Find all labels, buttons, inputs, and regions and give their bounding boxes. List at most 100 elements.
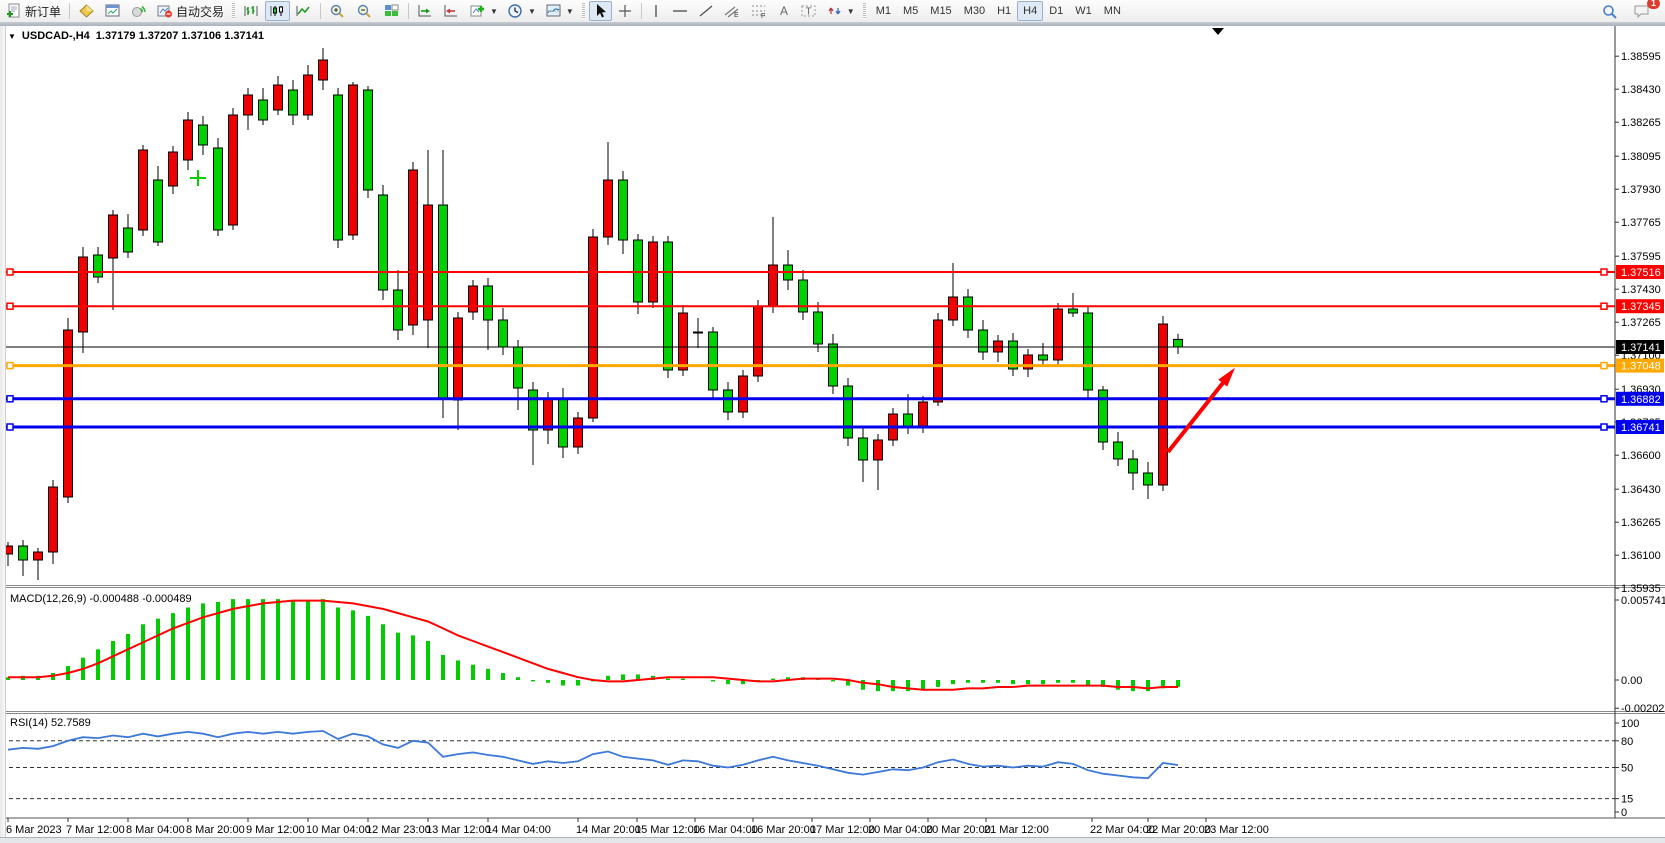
window-chart-icon: [104, 3, 121, 19]
candle: [319, 60, 328, 80]
chart-title: ▼ USDCAD-,H4 1.37179 1.37207 1.37106 1.3…: [8, 30, 264, 42]
line-handle[interactable]: [7, 396, 13, 402]
candle: [874, 440, 883, 460]
candle: [454, 318, 463, 400]
line-chart-type-button[interactable]: [291, 1, 316, 21]
rsi-indicator-label: RSI(14) 52.7589: [10, 717, 91, 729]
zoom-out-button[interactable]: [352, 1, 378, 21]
svg-text:T: T: [805, 7, 811, 18]
time-tick-label: 8 Mar 20:00: [186, 824, 245, 836]
price-line-label: 1.36882: [1621, 394, 1661, 406]
templates-button[interactable]: ▼: [541, 1, 578, 21]
auto-scroll-button[interactable]: [413, 1, 438, 21]
tile-windows-button[interactable]: [379, 1, 404, 21]
candlestick-type-button[interactable]: [265, 1, 290, 21]
line-handle[interactable]: [7, 303, 13, 309]
candle: [859, 438, 868, 460]
template-icon: [545, 3, 562, 19]
timeframe-H1[interactable]: H1: [991, 1, 1017, 21]
horizontal-lines-layer[interactable]: [2, 269, 1615, 430]
trendline-icon: [698, 3, 714, 19]
trendline-button[interactable]: [694, 1, 718, 21]
horizontal-line-button[interactable]: [667, 1, 693, 21]
text-label-icon: T: [800, 3, 818, 19]
text-button[interactable]: A: [773, 1, 795, 21]
tester-window-button[interactable]: [100, 1, 125, 21]
trend-arrow-line[interactable]: [1168, 374, 1230, 452]
line-handle[interactable]: [1601, 363, 1607, 369]
macd-tick-label: 0.00: [1621, 675, 1642, 687]
line-handle[interactable]: [1601, 396, 1607, 402]
timeframe-W1[interactable]: W1: [1069, 1, 1098, 21]
indicators-button[interactable]: ▼: [465, 1, 502, 21]
timeframe-H4[interactable]: H4: [1017, 1, 1043, 21]
price-axis[interactable]: 1.385951.384301.382651.380951.379301.377…: [1615, 26, 1665, 819]
timeframe-D1[interactable]: D1: [1043, 1, 1069, 21]
timeframe-M15[interactable]: M15: [924, 1, 957, 21]
price-tick-label: 1.38430: [1621, 84, 1661, 96]
chart-shift-marker[interactable]: [1212, 28, 1224, 35]
vertical-line-button[interactable]: [646, 1, 666, 21]
line-handle[interactable]: [1601, 269, 1607, 275]
time-tick-label: 9 Mar 12:00: [246, 824, 305, 836]
price-tick-label: 1.36600: [1621, 450, 1661, 462]
candle: [124, 228, 133, 252]
equidistant-channel-button[interactable]: E: [719, 1, 745, 21]
crosshair-button[interactable]: [613, 1, 637, 21]
text-label-button[interactable]: T: [796, 1, 822, 21]
window-bottom-edge: [0, 837, 1665, 843]
new-order-button[interactable]: 新订单: [2, 1, 65, 21]
autotrading-button[interactable]: 自动交易: [152, 1, 228, 21]
candle: [934, 320, 943, 402]
chart-canvas[interactable]: 1.385951.384301.382651.380951.379301.377…: [0, 26, 1665, 843]
quick-trade-collapse-icon[interactable]: ▼: [8, 32, 16, 41]
timeframe-MN[interactable]: MN: [1098, 1, 1127, 21]
candle: [394, 290, 403, 330]
notifications-button[interactable]: 1: [1629, 1, 1655, 21]
separator: [582, 3, 585, 19]
line-handle[interactable]: [1601, 424, 1607, 430]
line-handle[interactable]: [7, 363, 13, 369]
time-tick-label: 16 Mar 04:00: [693, 824, 758, 836]
timeframe-M30[interactable]: M30: [958, 1, 991, 21]
horizontal-line-icon: [671, 3, 689, 19]
line-handle[interactable]: [7, 269, 13, 275]
time-axis[interactable]: 6 Mar 20237 Mar 12:008 Mar 04:008 Mar 20…: [6, 818, 1269, 836]
zoom-in-icon: [329, 3, 347, 19]
arrows-button[interactable]: ▼: [823, 1, 859, 21]
line-handle[interactable]: [1601, 303, 1607, 309]
candle: [274, 85, 283, 110]
candle: [139, 150, 148, 230]
timeframe-M5[interactable]: M5: [897, 1, 924, 21]
candle: [1069, 309, 1078, 313]
candle: [724, 390, 733, 412]
candle: [1114, 442, 1123, 459]
cursor-arrow-icon: [593, 3, 608, 19]
rsi-tick-label: 0: [1621, 807, 1627, 819]
cursor-button[interactable]: [589, 1, 612, 21]
time-tick-label: 21 Mar 12:00: [984, 824, 1049, 836]
market-depth-button[interactable]: [74, 1, 99, 21]
new-order-icon: [6, 3, 22, 19]
candle: [154, 180, 163, 242]
svg-text:E: E: [734, 12, 739, 19]
line-handle[interactable]: [7, 424, 13, 430]
timeframe-M1[interactable]: M1: [870, 1, 897, 21]
separator: [320, 3, 321, 19]
zoom-in-button[interactable]: [325, 1, 351, 21]
separator: [408, 3, 409, 19]
chart-shift-button[interactable]: [439, 1, 464, 21]
candle: [379, 195, 388, 290]
cross-marker[interactable]: [190, 170, 206, 186]
bar-chart-type-button[interactable]: [239, 1, 264, 21]
signals-button[interactable]: [126, 1, 151, 21]
periods-button[interactable]: ▼: [503, 1, 540, 21]
crosshair-icon: [617, 3, 633, 19]
search-button[interactable]: [1597, 1, 1623, 21]
candle: [289, 90, 298, 115]
tile-windows-icon: [383, 3, 400, 19]
fibonacci-button[interactable]: F: [746, 1, 772, 21]
add-indicator-icon: [469, 3, 486, 19]
price-line-label: 1.37516: [1621, 267, 1661, 279]
chevron-down-icon: ▼: [490, 7, 498, 16]
